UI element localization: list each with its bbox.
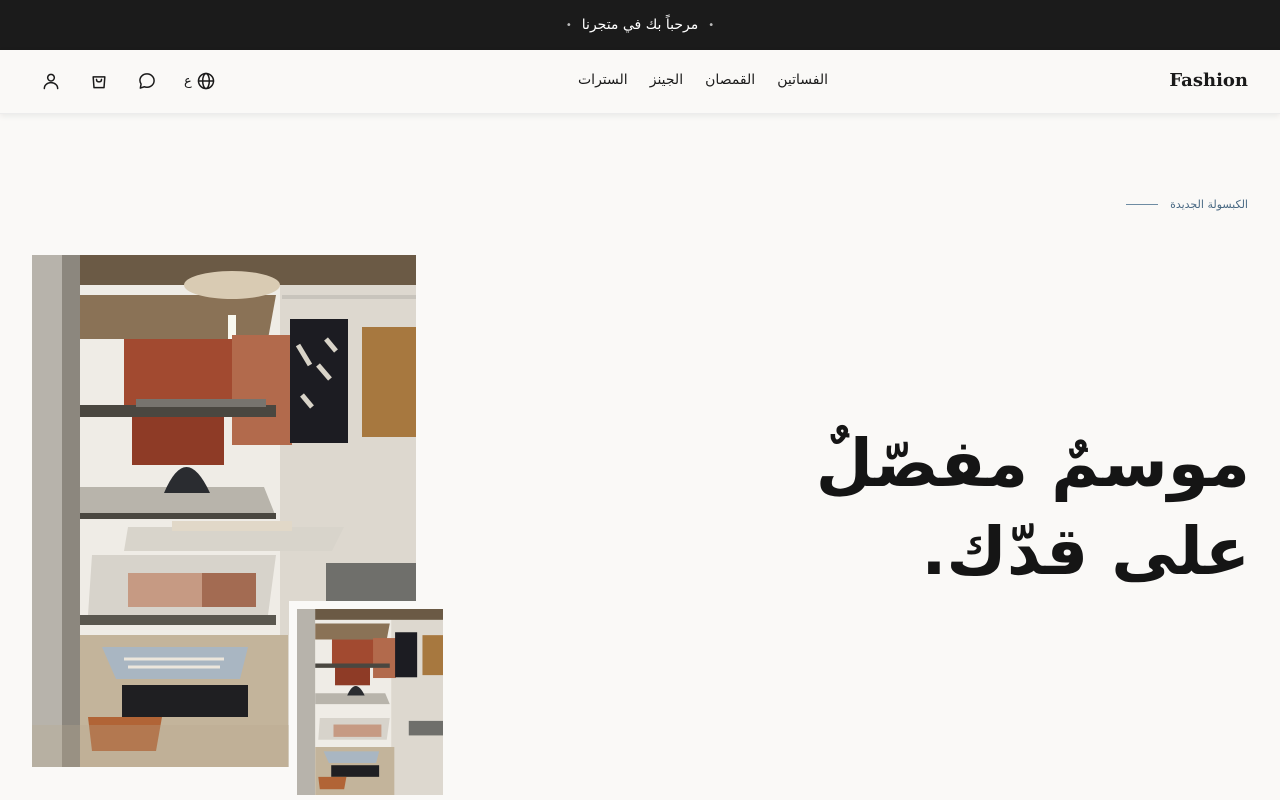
- site-header: Fashion الفساتين القمصان الجينز السترات: [0, 50, 1280, 114]
- main-nav: الفساتين القمصان الجينز السترات: [578, 72, 828, 88]
- hero-eyebrow: الكبسولة الجديدة: [1126, 198, 1248, 211]
- announcement-text: مرحباً بك في متجرنا: [581, 17, 699, 33]
- hero-image-thumbnail[interactable]: [297, 609, 443, 795]
- account-button[interactable]: [40, 70, 62, 92]
- eyebrow-text: الكبسولة الجديدة: [1170, 198, 1248, 211]
- nav-item-jeans[interactable]: الجينز: [650, 72, 683, 88]
- cart-button[interactable]: [88, 70, 110, 92]
- logo[interactable]: Fashion: [1169, 70, 1248, 91]
- language-label: ع: [184, 73, 192, 89]
- language-switcher[interactable]: ع: [184, 71, 216, 91]
- hero-title: موسمٌ مفصّلٌ على قدّك.: [730, 420, 1250, 596]
- nav-item-shirts[interactable]: القمصان: [705, 72, 755, 88]
- announcement-dot: •: [565, 19, 572, 31]
- header-actions: ع: [40, 70, 216, 92]
- chat-icon: [139, 73, 155, 89]
- announcement-dot: •: [708, 19, 715, 31]
- chat-button[interactable]: [136, 70, 158, 92]
- hero-title-line: موسمٌ مفصّلٌ: [815, 425, 1250, 502]
- user-icon: [43, 73, 59, 90]
- wardrobe-thumbnail-illustration: [297, 609, 443, 795]
- eyebrow-line: [1126, 204, 1159, 205]
- nav-item-jackets[interactable]: السترات: [578, 72, 628, 88]
- hero-title-line: على قدّك.: [921, 513, 1250, 590]
- cart-icon: [92, 76, 106, 89]
- announcement-bar: • مرحباً بك في متجرنا •: [0, 0, 1280, 50]
- nav-item-dresses[interactable]: الفساتين: [777, 72, 828, 88]
- globe-icon: [197, 72, 215, 90]
